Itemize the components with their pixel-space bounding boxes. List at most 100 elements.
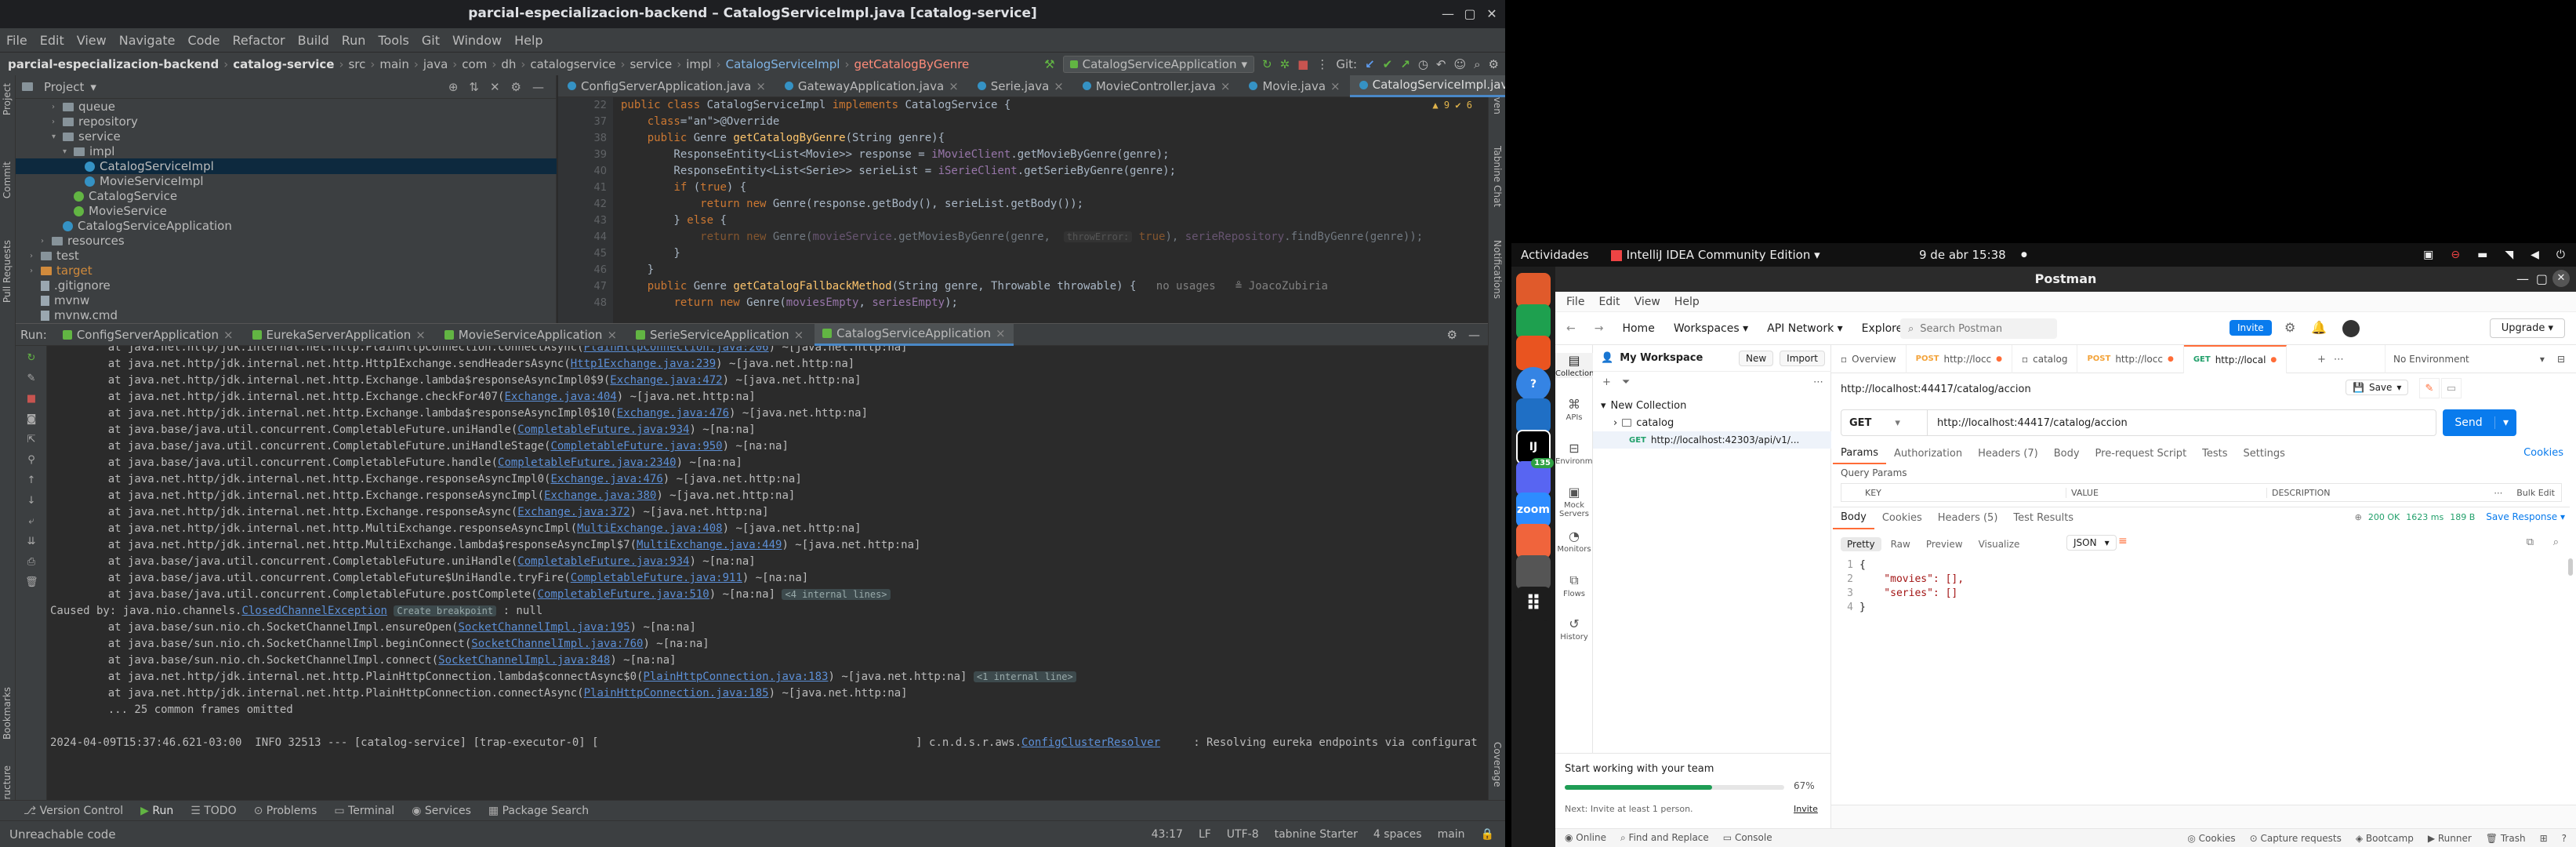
stripe-commit[interactable]: Commit — [2, 162, 13, 198]
layout-icon[interactable]: ⊞ — [2540, 833, 2548, 844]
settings-icon[interactable]: ⚙ — [1447, 328, 1457, 342]
tree-arrow-icon[interactable]: › — [30, 267, 41, 275]
onboarding-invite[interactable]: Invite — [1794, 804, 1818, 814]
code-area[interactable]: ▲ 9 ✔ 6 public class CatalogServiceImpl … — [613, 97, 1488, 323]
dock-files-icon[interactable] — [1516, 273, 1551, 307]
dock-vscode-icon[interactable] — [1516, 398, 1551, 433]
tree-item[interactable]: mvnw.cmd — [16, 307, 557, 323]
view-tab-visualize[interactable]: Visualize — [1972, 537, 2026, 551]
status-widget[interactable]: UTF-8 — [1227, 828, 1259, 841]
breadcrumb-item[interactable]: service — [629, 57, 672, 71]
footer-online[interactable]: ◉ Online — [1565, 832, 1606, 844]
folded-lines[interactable]: <1 internal line> — [973, 671, 1076, 682]
invite-button[interactable]: Invite — [2230, 320, 2272, 336]
response-tab-headers-[interactable]: Headers (5) — [1930, 507, 2006, 529]
request-tab-authorization[interactable]: Authorization — [1886, 442, 1970, 464]
import-button[interactable]: Import — [1780, 350, 1825, 366]
breadcrumb-item[interactable]: CatalogServiceImpl — [726, 57, 840, 71]
response-tab-body[interactable]: Body — [1833, 507, 1874, 529]
menu-item-edit[interactable]: Edit — [40, 33, 64, 48]
settings-icon[interactable]: ⚙ — [1489, 57, 1499, 71]
tree-arrow-icon[interactable]: ▾ — [52, 133, 63, 141]
activities-button[interactable]: Actividades — [1521, 248, 1589, 262]
editor-tab[interactable]: Serie.java × — [968, 75, 1073, 97]
close-icon[interactable]: × — [1330, 79, 1341, 93]
tree-item[interactable]: › test — [16, 248, 557, 264]
close-icon[interactable]: × — [415, 328, 426, 342]
footer-cookies[interactable]: ◎ Cookies — [2187, 833, 2235, 844]
status-widget[interactable]: tabnine Starter — [1275, 828, 1358, 841]
request-tab-settings[interactable]: Settings — [2236, 442, 2293, 464]
menu-item-build[interactable]: Build — [298, 33, 329, 48]
breadcrumb-item[interactable]: main — [379, 57, 408, 71]
wifi-icon[interactable]: ◥ — [2505, 249, 2513, 261]
hide-icon[interactable]: — — [532, 80, 544, 94]
home-link[interactable]: Home — [1622, 322, 1654, 335]
console-link[interactable]: CompletableFuture.java:510 — [538, 588, 709, 601]
bulk-edit-link[interactable]: Bulk Edit — [2516, 488, 2555, 498]
status-widget[interactable]: 4 spaces — [1373, 828, 1422, 841]
nav-forward-icon[interactable]: → — [1595, 322, 1604, 335]
add-tab-icon[interactable]: + — [2317, 354, 2326, 365]
status-widget[interactable]: main — [1438, 828, 1465, 841]
console-link[interactable]: Http1Exchange.java:239 — [571, 358, 716, 370]
new-button[interactable]: New — [1738, 350, 1774, 366]
filter-icon[interactable]: ⏷ — [1622, 376, 1630, 388]
search-response-icon[interactable]: ⌕ — [2553, 536, 2559, 548]
api-network-menu[interactable]: API Network ▾ — [1767, 322, 1843, 335]
collection-request[interactable]: GET http://localhost:42303/api/v1/... — [1593, 431, 1831, 449]
editor-tab[interactable]: MovieController.java × — [1073, 75, 1240, 97]
breadcrumb-item[interactable]: getCatalogByGenre — [854, 57, 969, 71]
menu-item-view[interactable]: View — [77, 33, 107, 48]
console-link[interactable]: CompletableFuture.java:911 — [571, 572, 742, 584]
close-icon[interactable]: × — [223, 328, 234, 342]
tree-arrow-icon[interactable]: › — [52, 118, 63, 126]
breadcrumb-item[interactable]: dh — [501, 57, 516, 71]
down-icon[interactable]: ↓ — [25, 495, 38, 507]
console-link[interactable]: PlainHttpConnection.java:206 — [584, 346, 769, 354]
close-icon[interactable]: × — [949, 79, 959, 93]
close-icon[interactable]: × — [756, 79, 766, 93]
postman-menu-edit[interactable]: Edit — [1598, 296, 1620, 308]
response-tab-cookies[interactable]: Cookies — [1874, 507, 1930, 529]
stripe-tabnine-chat[interactable]: Tabnine Chat — [1492, 146, 1503, 207]
view-tab-preview[interactable]: Preview — [1919, 537, 1969, 551]
tree-item[interactable]: CatalogServiceApplication — [16, 218, 557, 234]
footer-console[interactable]: ▭ Console — [1723, 832, 1772, 844]
sidebar-flows[interactable]: ⧉ Flows — [1555, 573, 1593, 598]
user-icon[interactable]: ☺ — [1454, 57, 1467, 71]
minimize-icon[interactable]: — — [1438, 5, 1458, 24]
console-link[interactable]: MultiExchange.java:449 — [637, 539, 782, 551]
upgrade-button[interactable]: Upgrade ▾ — [2489, 318, 2565, 338]
tree-arrow-icon[interactable]: › — [41, 237, 52, 245]
tree-arrow-icon[interactable]: › — [30, 252, 41, 260]
tree-item[interactable]: MovieServiceImpl — [16, 173, 557, 189]
softwrap-icon[interactable]: ⤶ — [25, 515, 38, 528]
tool-tab-version-control[interactable]: ⎇ Version Control — [24, 805, 123, 817]
env-icon[interactable]: ⊟ — [2557, 354, 2565, 365]
workspaces-menu[interactable]: Workspaces ▾ — [1674, 322, 1748, 335]
stripe-notifications[interactable]: Notifications — [1492, 240, 1503, 299]
share-icon[interactable]: ▬ — [2477, 249, 2487, 261]
dock-software-center-icon[interactable] — [1516, 336, 1551, 370]
menu-item-code[interactable]: Code — [188, 33, 220, 48]
scroll-end-icon[interactable]: ⇊ — [25, 536, 38, 548]
stripe-coverage[interactable]: Coverage — [1492, 742, 1503, 787]
view-tab-pretty[interactable]: Pretty — [1841, 537, 1881, 551]
console-link[interactable]: SocketChannelImpl.java:760 — [471, 638, 643, 650]
breadcrumb-item[interactable]: com — [462, 57, 487, 71]
tool-tab-services[interactable]: ◉ Services — [412, 805, 471, 817]
beautify-icon[interactable]: ≡ — [2118, 535, 2128, 547]
copy-icon[interactable]: ⧉ — [2527, 536, 2534, 548]
request-tab-pre-request-script[interactable]: Pre-request Script — [2088, 442, 2195, 464]
request-tab-body[interactable]: Body — [2046, 442, 2088, 464]
avatar[interactable] — [2342, 320, 2360, 337]
trash-icon[interactable]: 🗑 — [25, 576, 38, 589]
response-tab-test-results[interactable]: Test Results — [2005, 507, 2081, 529]
search-icon[interactable]: ⌕ — [1474, 57, 1480, 71]
tree-item[interactable]: ▾ service — [16, 129, 557, 144]
sidebar-collections[interactable]: ▤ Collections — [1555, 353, 1598, 378]
footer-runner[interactable]: ▶ Runner — [2428, 833, 2472, 844]
close-icon[interactable]: × — [1054, 79, 1064, 93]
stripe-project[interactable]: Project — [2, 83, 13, 115]
